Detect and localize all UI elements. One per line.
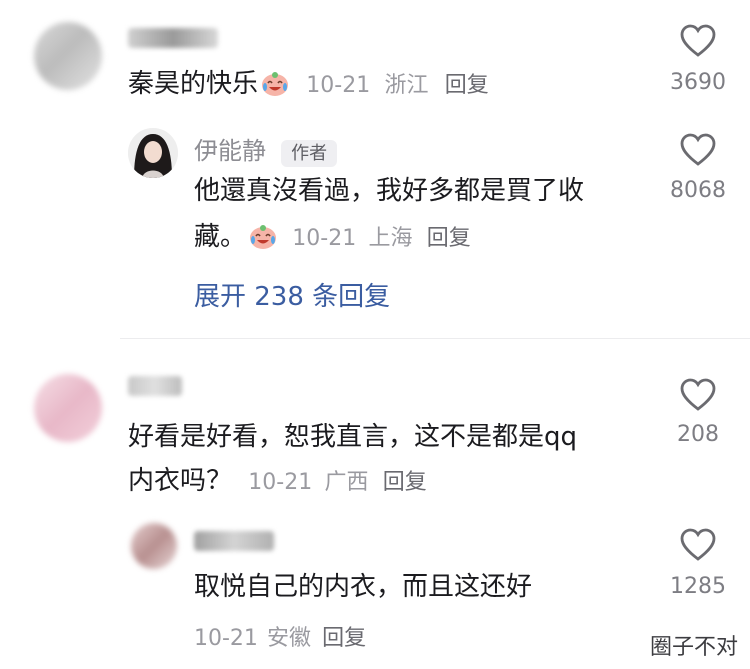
like-count: 8068 xyxy=(670,178,726,203)
reply-date: 10-21 xyxy=(194,626,258,651)
commenter-name-blurred[interactable] xyxy=(128,28,218,48)
comment-body-line1: 好看是好看，恕我直言，这不是都是qq xyxy=(128,422,578,452)
reply-button[interactable]: 回复 xyxy=(445,73,489,98)
expand-replies-link[interactable]: 展开 238 条回复 xyxy=(194,276,390,313)
reply-button[interactable]: 回复 xyxy=(427,226,471,251)
comment-text: 秦昊的快乐 xyxy=(128,69,259,99)
reply-location: 上海 xyxy=(368,226,413,251)
reply-body: 取悦自己的内衣，而且这还好 xyxy=(194,572,533,602)
reply-body-line2: 藏。 10-21 上海 回复 xyxy=(194,216,471,260)
reply-body-line1: 他還真沒看過，我好多都是買了收 xyxy=(194,176,585,206)
heart-outline-icon[interactable] xyxy=(680,378,716,412)
crying-laughing-emoji xyxy=(262,72,289,96)
like-count: 3690 xyxy=(670,70,726,95)
commenter-name-blurred[interactable] xyxy=(128,376,182,396)
author-photo xyxy=(128,128,178,178)
reply-text-end: 藏。 xyxy=(194,222,247,252)
commenter-avatar[interactable] xyxy=(34,374,102,442)
comment-date: 10-21 xyxy=(306,73,371,98)
heart-outline-icon[interactable] xyxy=(680,528,716,562)
reply-date: 10-21 xyxy=(292,226,357,251)
replier-name-blurred[interactable] xyxy=(194,531,274,551)
comment-location: 浙江 xyxy=(384,73,429,98)
reply-meta: 10-21 安徽 回复 xyxy=(194,620,366,652)
comment-body-line2: 内衣吗？ 10-21 广西 回复 xyxy=(128,460,427,504)
divider xyxy=(120,338,750,339)
like-count: 1285 xyxy=(670,574,726,599)
reply-button[interactable]: 回复 xyxy=(383,470,427,495)
comment-text-end: 内衣吗？ xyxy=(128,466,233,496)
heart-outline-icon[interactable] xyxy=(680,24,716,58)
comment-date: 10-21 xyxy=(248,470,313,495)
replier-avatar[interactable] xyxy=(131,523,177,569)
reply-button[interactable]: 回复 xyxy=(322,626,366,651)
comment-location: 广西 xyxy=(324,470,369,495)
author-line: 伊能静 作者 xyxy=(194,131,338,167)
crying-laughing-emoji xyxy=(250,225,277,249)
comment-body: 秦昊的快乐 10-21 浙江 回复 xyxy=(128,63,489,107)
like-count: 208 xyxy=(677,422,719,447)
watermark: 圈子不对 xyxy=(649,635,738,660)
heart-outline-icon[interactable] xyxy=(680,133,716,167)
author-name[interactable]: 伊能静 xyxy=(194,137,266,165)
reply-location: 安徽 xyxy=(267,626,312,651)
author-avatar[interactable] xyxy=(128,128,178,178)
author-badge: 作者 xyxy=(281,140,338,167)
commenter-avatar[interactable] xyxy=(34,22,102,90)
